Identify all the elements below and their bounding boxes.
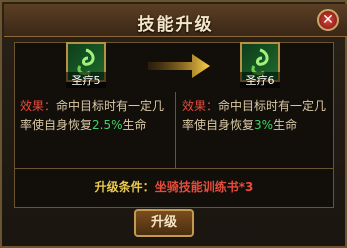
next-effect-percent: 3% (254, 118, 274, 132)
next-effect-text: 效果：命中目标时有一定几率使自身恢复3%生命 (182, 97, 332, 135)
column-divider (175, 92, 176, 168)
next-effect-label: 效果： (182, 99, 219, 113)
current-effect-label: 效果： (20, 99, 57, 113)
close-button[interactable]: ✕ (317, 9, 339, 31)
upgrade-condition: 升级条件：坐骑技能训练书*3 (14, 178, 334, 195)
condition-separator (14, 168, 334, 169)
condition-label: 升级条件： (94, 180, 155, 194)
next-effect-suffix: 生命 (273, 118, 298, 132)
next-skill-label: 圣疗6 (240, 72, 280, 88)
condition-value: 坐骑技能训练书*3 (154, 180, 254, 194)
title-bar: 技能升级 ✕ (4, 4, 347, 37)
current-effect-percent: 2.5% (92, 118, 123, 132)
current-effect-text: 效果：命中目标时有一定几率使自身恢复2.5%生命 (20, 97, 170, 135)
arrow-right-icon (148, 54, 210, 78)
current-effect-suffix: 生命 (122, 118, 147, 132)
dialog-title: 技能升级 (137, 15, 214, 35)
upgrade-button[interactable]: 升级 (134, 209, 194, 237)
close-icon: ✕ (322, 12, 334, 28)
current-skill-label: 圣疗5 (66, 72, 106, 88)
